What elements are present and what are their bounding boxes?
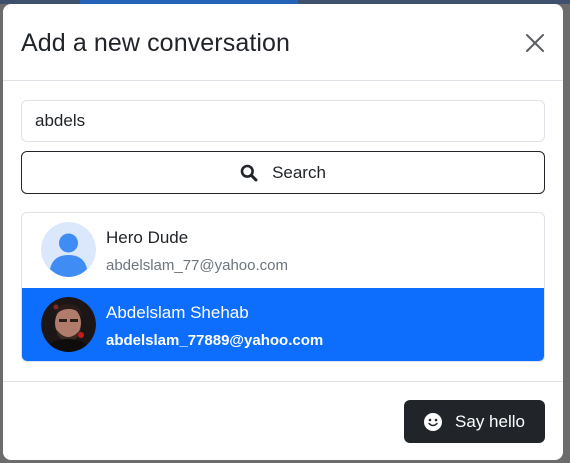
search-button-label: Search — [272, 162, 326, 182]
result-email: abdelslam_77889@yahoo.com — [106, 332, 324, 349]
search-button[interactable]: Search — [21, 151, 545, 194]
modal-footer: Say hello — [3, 381, 563, 460]
user-photo-icon — [41, 297, 96, 352]
results-list: Hero Dude abdelslam_77@yahoo.com Abdelsl… — [21, 212, 545, 362]
modal-title: Add a new conversation — [21, 29, 291, 57]
close-button[interactable] — [523, 31, 547, 55]
modal-header: Add a new conversation — [3, 4, 563, 81]
say-hello-label: Say hello — [455, 411, 525, 431]
smile-icon — [424, 412, 443, 431]
result-name: Hero Dude — [106, 228, 189, 247]
list-item-selected[interactable]: Abdelslam Shehab abdelslam_77889@yahoo.c… — [22, 288, 544, 361]
default-avatar-icon — [41, 222, 96, 277]
close-icon — [526, 34, 544, 52]
new-conversation-modal: Add a new conversation Search — [3, 4, 563, 460]
search-icon — [240, 164, 258, 182]
result-email: abdelslam_77@yahoo.com — [106, 257, 288, 274]
say-hello-button[interactable]: Say hello — [404, 400, 545, 443]
list-item[interactable]: Hero Dude abdelslam_77@yahoo.com — [22, 213, 544, 288]
search-input[interactable] — [21, 100, 545, 142]
avatar — [41, 222, 96, 277]
avatar — [41, 297, 96, 352]
result-name: Abdelslam Shehab — [106, 303, 249, 322]
